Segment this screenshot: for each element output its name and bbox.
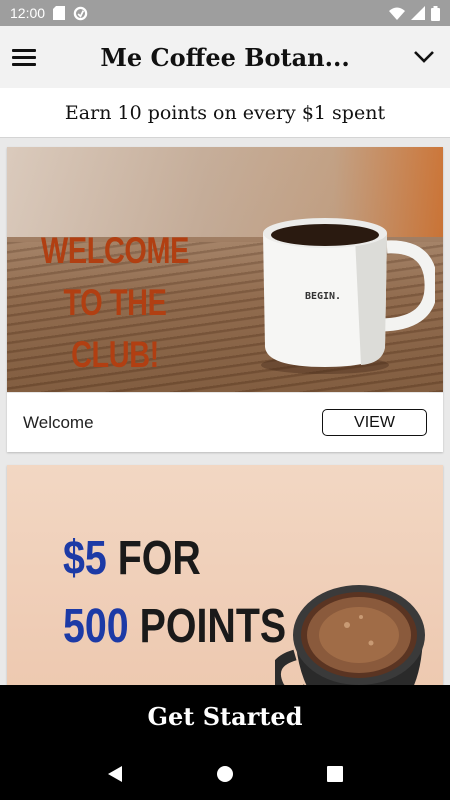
view-button[interactable]: VIEW — [322, 409, 427, 436]
sd-card-icon — [53, 6, 66, 20]
mug-label-text: BEGIN. — [305, 291, 341, 302]
page-title: Me Coffee Botan... — [100, 42, 350, 72]
back-triangle-icon[interactable] — [100, 759, 130, 789]
welcome-card: WELCOME TO THE CLUB! BEGIN. Welcome VIEW — [7, 147, 443, 452]
status-time: 12:00 — [10, 5, 46, 21]
data-saver-icon — [73, 6, 88, 21]
hamburger-menu-icon[interactable] — [12, 43, 40, 71]
welcome-card-image: WELCOME TO THE CLUB! BEGIN. — [7, 147, 443, 392]
get-started-button[interactable]: Get Started — [0, 685, 450, 748]
home-circle-icon[interactable] — [210, 759, 240, 789]
app-header: Me Coffee Botan... — [0, 26, 450, 88]
wifi-icon — [389, 7, 405, 20]
cellular-signal-icon — [411, 6, 425, 20]
status-bar: 12:00 — [0, 0, 450, 26]
welcome-card-footer: Welcome VIEW — [7, 392, 443, 452]
chevron-down-icon[interactable] — [410, 43, 438, 71]
battery-icon — [431, 5, 440, 21]
system-nav-bar — [0, 748, 450, 800]
coffee-mug-illustration: BEGIN. — [261, 218, 435, 374]
recents-square-icon[interactable] — [320, 759, 350, 789]
welcome-image-text: WELCOME TO THE CLUB! — [41, 230, 189, 375]
earn-points-banner: Earn 10 points on every $1 spent — [0, 88, 450, 138]
welcome-card-label: Welcome — [23, 412, 94, 432]
promo-image-text: $5 FOR 500 POINTS — [63, 532, 287, 653]
